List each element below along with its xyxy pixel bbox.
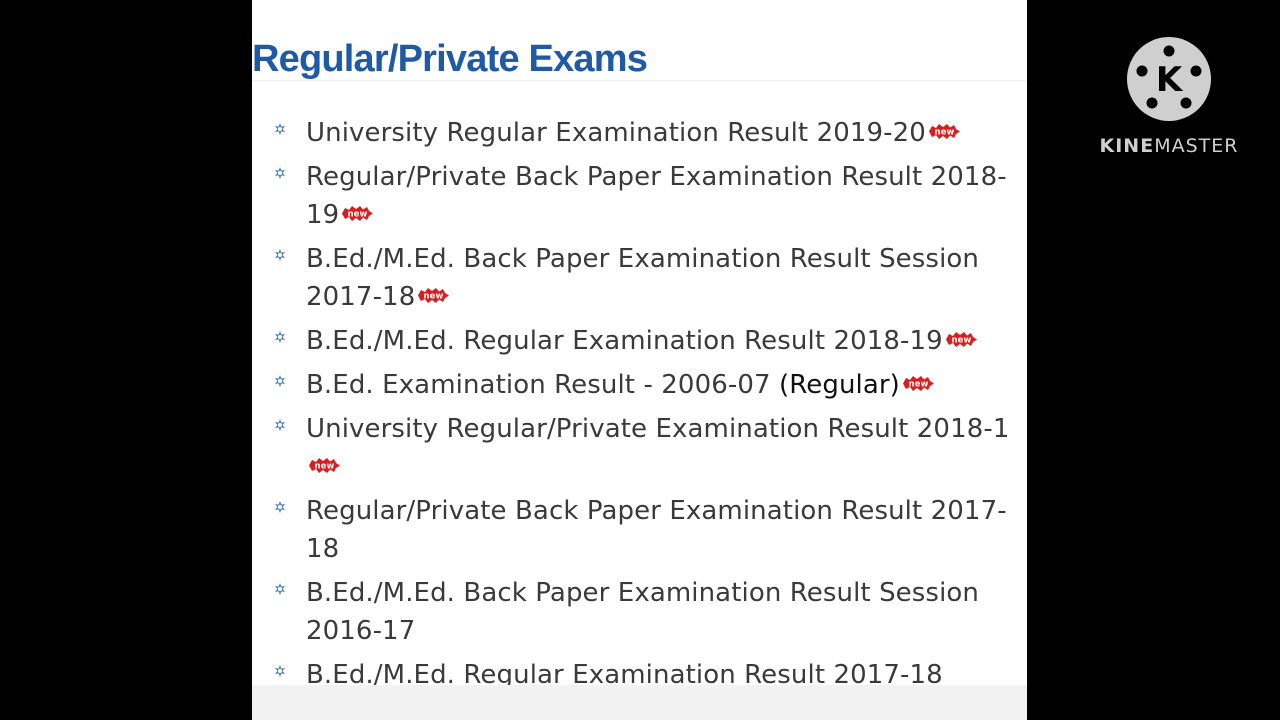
result-label: B.Ed. Examination Result - 2006-07 bbox=[306, 370, 779, 400]
new-badge-icon: new bbox=[418, 288, 450, 303]
kinemaster-wordmark: KINEMASTER bbox=[1094, 135, 1244, 157]
result-label: B.Ed./M.Ed. Regular Examination Result 2… bbox=[306, 326, 943, 356]
new-badge-text: new bbox=[934, 128, 954, 138]
brand-regular: MASTER bbox=[1154, 135, 1239, 157]
new-badge-icon: new bbox=[945, 332, 977, 347]
bullet-icon bbox=[275, 331, 285, 343]
result-link[interactable]: B.Ed./M.Ed. Regular Examination Result 2… bbox=[252, 322, 1027, 360]
new-badge-text: new bbox=[908, 380, 928, 390]
result-link[interactable]: Regular/Private Back Paper Examination R… bbox=[252, 492, 1027, 568]
bottom-bar bbox=[252, 685, 1027, 720]
result-link[interactable]: B.Ed./M.Ed. Back Paper Examination Resul… bbox=[252, 574, 1027, 650]
result-label: B.Ed./M.Ed. Back Paper Examination Resul… bbox=[306, 578, 979, 646]
result-suffix: (Regular) bbox=[779, 370, 900, 400]
kinemaster-reel-icon: K bbox=[1127, 37, 1211, 121]
result-label: University Regular/Private Examination R… bbox=[306, 414, 1010, 444]
new-badge-text: new bbox=[951, 336, 971, 346]
web-page-view: Regular/Private Exams University Regular… bbox=[252, 0, 1027, 720]
result-label: Regular/Private Back Paper Examination R… bbox=[306, 162, 1007, 230]
bullet-icon bbox=[275, 249, 285, 261]
bullet-icon bbox=[275, 583, 285, 595]
new-badge-icon: new bbox=[928, 124, 960, 139]
section-heading: Regular/Private Exams bbox=[252, 38, 648, 80]
new-badge-icon: new bbox=[342, 206, 374, 221]
bullet-icon bbox=[275, 167, 285, 179]
logo-letter: K bbox=[1156, 60, 1184, 100]
result-list: University Regular Examination Result 20… bbox=[252, 114, 1027, 700]
result-link[interactable]: B.Ed./M.Ed. Back Paper Examination Resul… bbox=[252, 240, 1027, 316]
brand-bold: KINE bbox=[1099, 135, 1155, 157]
kinemaster-watermark: K KINEMASTER bbox=[1094, 36, 1244, 166]
result-link[interactable]: Regular/Private Back Paper Examination R… bbox=[252, 158, 1027, 234]
bullet-icon bbox=[275, 375, 285, 387]
result-link[interactable]: University Regular/Private Examination R… bbox=[252, 410, 1027, 486]
result-label: Regular/Private Back Paper Examination R… bbox=[306, 496, 1007, 564]
new-badge-text: new bbox=[424, 292, 444, 302]
new-badge-text: new bbox=[315, 462, 335, 472]
result-link[interactable]: B.Ed. Examination Result - 2006-07 (Regu… bbox=[252, 366, 1027, 404]
result-link[interactable]: University Regular Examination Result 20… bbox=[252, 114, 1027, 152]
new-badge-icon: new bbox=[902, 376, 934, 391]
result-label: B.Ed./M.Ed. Back Paper Examination Resul… bbox=[306, 244, 979, 312]
heading-divider bbox=[252, 80, 1027, 81]
new-badge-text: new bbox=[348, 210, 368, 220]
bullet-icon bbox=[275, 419, 285, 431]
bullet-icon bbox=[275, 665, 285, 677]
result-label: University Regular Examination Result 20… bbox=[306, 118, 926, 148]
bullet-icon bbox=[275, 501, 285, 513]
new-badge-icon: new bbox=[309, 458, 340, 473]
bullet-icon bbox=[275, 123, 285, 135]
video-frame: Regular/Private Exams University Regular… bbox=[0, 0, 1280, 720]
